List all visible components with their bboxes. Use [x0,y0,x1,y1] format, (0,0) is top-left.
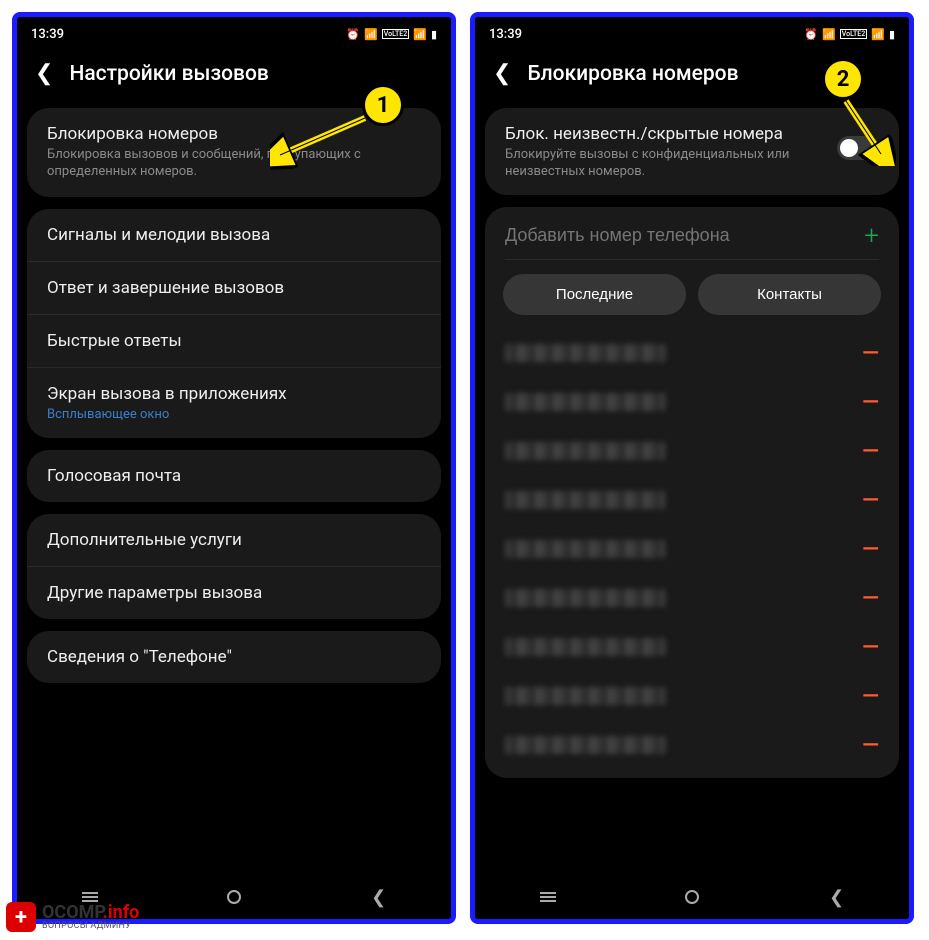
status-bar: 13:39 ⏰ 📶 VoLTE2 📶 ▮ [475,17,909,47]
callout-2: 2 [822,58,864,100]
blocked-item[interactable]: — [485,574,899,623]
row-voicemail[interactable]: Голосовая почта [27,450,441,502]
blocked-number-redacted [505,540,665,558]
blocked-item[interactable]: — [485,672,899,721]
row-block-unknown[interactable]: Блок. неизвестн./скрытые номера Блокируй… [485,108,899,195]
blocked-number-redacted [505,393,665,411]
remove-icon[interactable]: — [862,733,879,758]
blocked-item[interactable]: — [485,623,899,672]
toggle-block-unknown[interactable] [837,136,879,160]
wifi-icon: 📶 [364,28,378,41]
remove-icon[interactable]: — [862,390,879,415]
recent-button[interactable]: Последние [503,274,686,315]
row-title: Блок. неизвестн./скрытые номера [505,124,825,144]
source-buttons: Последние Контакты [485,274,899,325]
input-underline [505,259,879,260]
remove-icon[interactable]: — [862,439,879,464]
volte-icon: VoLTE2 [382,29,409,39]
blocked-item[interactable]: — [485,476,899,525]
signal-icon: 📶 [413,28,427,41]
blocked-number-redacted [505,491,665,509]
status-time: 13:39 [489,27,522,42]
card-blocked-list: + Последние Контакты — — — — — — — — — [485,207,899,778]
status-icons: ⏰ 📶 VoLTE2 📶 ▮ [346,28,437,41]
row-additional-services[interactable]: Дополнительные услуги [27,514,441,566]
row-ringtones[interactable]: Сигналы и мелодии вызова [27,209,441,261]
volte-icon: VoLTE2 [840,29,867,39]
card-services-group: Дополнительные услуги Другие параметры в… [27,514,441,619]
android-navbar: ❮ [475,875,909,919]
row-quick-replies[interactable]: Быстрые ответы [27,314,441,367]
nav-back-icon[interactable]: ❮ [829,887,844,908]
blocked-item[interactable]: — [485,378,899,427]
blocked-number-redacted [505,442,665,460]
page-title: Настройки вызовов [69,62,268,86]
signal-icon: 📶 [871,28,885,41]
add-number-row: + [485,207,899,259]
watermark-plus-icon: + [6,902,36,932]
nav-home-icon[interactable] [685,890,699,904]
nav-home-icon[interactable] [227,890,241,904]
blocked-number-redacted [505,344,665,362]
battery-icon: ▮ [431,28,437,41]
remove-icon[interactable]: — [862,341,879,366]
watermark-sub: ВОПРОСЫ АДМИНУ [42,922,139,931]
remove-icon[interactable]: — [862,635,879,660]
row-call-screen-apps[interactable]: Экран вызова в приложениях Всплывающее о… [27,367,441,438]
row-answer-end[interactable]: Ответ и завершение вызовов [27,261,441,314]
blocked-list: — — — — — — — — — [485,325,899,778]
row-other-params[interactable]: Другие параметры вызова [27,566,441,619]
phone-screen-2: 13:39 ⏰ 📶 VoLTE2 📶 ▮ ❮ Блокировка номеро… [470,12,914,924]
back-icon[interactable]: ❮ [35,61,53,86]
nav-recents-icon[interactable] [82,892,98,902]
row-subtitle: Блокировка вызовов и сообщений, поступаю… [47,147,421,181]
blocked-item[interactable]: — [485,427,899,476]
blocked-item[interactable]: — [485,329,899,378]
blocked-number-redacted [505,638,665,656]
remove-icon[interactable]: — [862,537,879,562]
phone-screen-1: 13:39 ⏰ 📶 VoLTE2 📶 ▮ ❮ Настройки вызовов… [12,12,456,924]
battery-icon: ▮ [889,28,895,41]
remove-icon[interactable]: — [862,684,879,709]
status-icons: ⏰ 📶 VoLTE2 📶 ▮ [804,28,895,41]
blocked-number-redacted [505,736,665,754]
add-icon[interactable]: + [864,221,879,251]
row-about-phone[interactable]: Сведения о "Телефоне" [27,631,441,683]
status-bar: 13:39 ⏰ 📶 VoLTE2 📶 ▮ [17,17,451,47]
back-icon[interactable]: ❮ [493,61,511,86]
blocked-number-redacted [505,589,665,607]
card-voicemail: Голосовая почта [27,450,441,502]
blocked-number-redacted [505,687,665,705]
card-block-unknown: Блок. неизвестн./скрытые номера Блокируй… [485,108,899,195]
card-about: Сведения о "Телефоне" [27,631,441,683]
add-number-input[interactable] [505,225,854,246]
blocked-item[interactable]: — [485,525,899,574]
nav-back-icon[interactable]: ❮ [371,887,386,908]
alarm-icon: ⏰ [804,28,818,41]
nav-recents-icon[interactable] [540,892,556,902]
contacts-button[interactable]: Контакты [698,274,881,315]
callout-1: 1 [362,84,404,126]
blocked-item[interactable]: — [485,721,899,770]
alarm-icon: ⏰ [346,28,360,41]
wifi-icon: 📶 [822,28,836,41]
page-title: Блокировка номеров [527,62,738,86]
watermark: + OCOMP.info ВОПРОСЫ АДМИНУ [6,902,139,932]
row-title: Блокировка номеров [47,124,421,144]
status-time: 13:39 [31,27,64,42]
remove-icon[interactable]: — [862,586,879,611]
card-ringtones-group: Сигналы и мелодии вызова Ответ и заверше… [27,209,441,438]
remove-icon[interactable]: — [862,488,879,513]
row-subtitle: Блокируйте вызовы с конфиденциальных или… [505,147,825,181]
watermark-main: OCOMP.info [42,904,139,922]
